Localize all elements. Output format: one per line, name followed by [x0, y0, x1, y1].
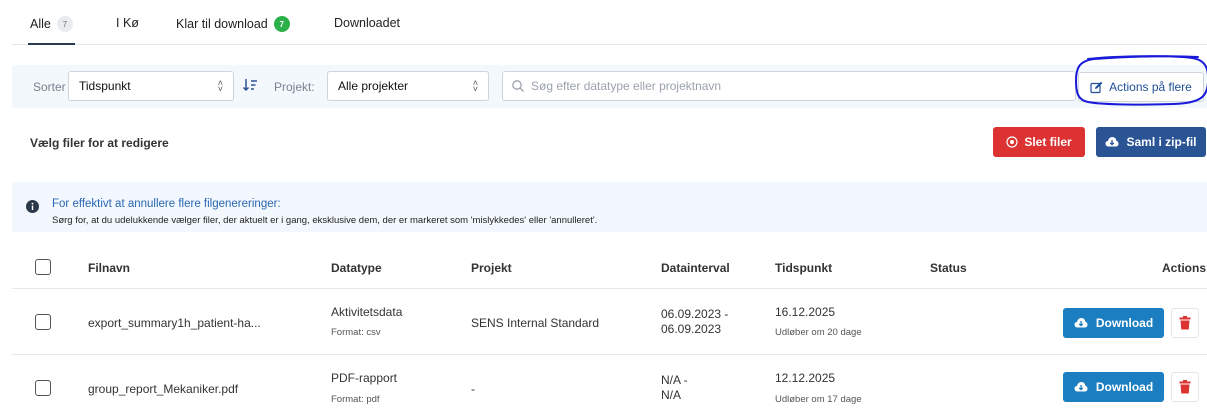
- tab-i-koe[interactable]: I Kø: [116, 16, 139, 30]
- row-format: Format: pdf: [331, 394, 380, 405]
- column-header-actions: Actions: [1162, 261, 1207, 275]
- row-interval-start: N/A -: [661, 373, 688, 387]
- tab-klar-til-download[interactable]: Klar til download 7: [176, 16, 290, 32]
- tab-bar: Alle 7 I Kø Klar til download 7 Download…: [12, 0, 1207, 45]
- project-select-value: Alle projekter: [338, 79, 409, 93]
- tab-label: Alle: [30, 17, 51, 31]
- row-divider: [12, 354, 1207, 355]
- trash-icon: [1179, 316, 1191, 330]
- tab-downloadet[interactable]: Downloadet: [334, 16, 400, 30]
- cloud-download-icon: [1074, 382, 1088, 392]
- delete-row-button[interactable]: [1171, 372, 1199, 402]
- row-format: Format: csv: [331, 327, 381, 338]
- row-checkbox[interactable]: [35, 380, 51, 396]
- row-time: 12.12.2025: [775, 371, 836, 385]
- download-button[interactable]: Download: [1063, 308, 1164, 338]
- download-label: Download: [1095, 316, 1154, 330]
- search-icon: [512, 80, 524, 92]
- column-header-project[interactable]: Projekt: [471, 261, 512, 275]
- column-header-filename[interactable]: Filnavn: [88, 261, 130, 275]
- tab-count-badge: 7: [56, 16, 73, 32]
- tab-count-badge: 7: [273, 16, 290, 32]
- row-filename: group_report_Mekaniker.pdf: [88, 382, 239, 396]
- info-body: Sørg for, at du udelukkende vælger filer…: [52, 215, 598, 226]
- column-header-datatype[interactable]: Datatype: [331, 261, 382, 275]
- row-time: 16.12.2025: [775, 305, 836, 319]
- cloud-download-icon: [1105, 137, 1119, 147]
- zip-files-button[interactable]: Saml i zip-fil: [1096, 127, 1206, 157]
- row-project: -: [471, 382, 475, 396]
- row-divider: [12, 288, 1207, 289]
- sort-direction-icon[interactable]: [242, 77, 258, 93]
- select-arrows-icon: ˄ ˅: [472, 78, 478, 94]
- column-header-time[interactable]: Tidspunkt: [775, 261, 832, 275]
- sort-select-value: Tidspunkt: [79, 79, 131, 93]
- tab-label: I Kø: [116, 16, 139, 30]
- row-interval-end: N/A: [661, 388, 682, 402]
- info-box: For effektivt at annullere flere filgene…: [12, 182, 1207, 232]
- search-input[interactable]: Søg efter datatype eller projektnavn: [502, 71, 1076, 101]
- row-interval-start: 06.09.2023 -: [661, 307, 729, 321]
- row-project: SENS Internal Standard: [471, 316, 600, 330]
- column-header-status[interactable]: Status: [930, 261, 967, 275]
- filter-bar: Sorter Tidspunkt ˄ ˅ Projekt: Alle projek…: [12, 65, 1207, 108]
- edit-icon: [1090, 81, 1103, 93]
- select-files-heading: Vælg filer for at redigere: [30, 136, 169, 150]
- row-expiry: Udløber om 20 dage: [775, 327, 862, 338]
- project-label: Projekt:: [274, 80, 315, 94]
- sort-select[interactable]: Tidspunkt ˄ ˅: [68, 71, 234, 101]
- column-header-interval[interactable]: Datainterval: [661, 261, 730, 275]
- zip-files-label: Saml i zip-fil: [1126, 135, 1197, 149]
- cloud-download-icon: [1074, 318, 1088, 328]
- tab-label: Downloadet: [334, 16, 401, 30]
- info-icon: [26, 200, 39, 213]
- row-datatype: PDF-rapport: [331, 371, 398, 385]
- project-select[interactable]: Alle projekter ˄ ˅: [327, 71, 489, 101]
- delete-files-button[interactable]: Slet filer: [993, 127, 1085, 157]
- delete-files-label: Slet filer: [1024, 135, 1072, 149]
- select-all-checkbox[interactable]: [35, 259, 51, 275]
- info-title: For effektivt at annullere flere filgene…: [52, 198, 281, 210]
- row-datatype: Aktivitetsdata: [331, 305, 403, 319]
- row-checkbox[interactable]: [35, 314, 51, 330]
- target-icon: [1006, 136, 1018, 148]
- actions-multiple-button[interactable]: Actions på flere: [1078, 72, 1204, 102]
- tab-label: Klar til download: [176, 17, 268, 31]
- row-expiry: Udløber om 17 dage: [775, 394, 862, 405]
- trash-icon: [1179, 380, 1191, 394]
- row-filename: export_summary1h_patient-ha...: [88, 316, 261, 330]
- tab-alle[interactable]: Alle 7: [28, 16, 75, 45]
- actions-multiple-label: Actions på flere: [1109, 80, 1192, 94]
- select-arrows-icon: ˄ ˅: [217, 78, 223, 94]
- download-button[interactable]: Download: [1063, 372, 1164, 402]
- download-label: Download: [1095, 380, 1154, 394]
- sort-label: Sorter: [33, 80, 66, 94]
- delete-row-button[interactable]: [1171, 308, 1199, 338]
- row-interval-end: 06.09.2023: [661, 322, 722, 336]
- search-placeholder: Søg efter datatype eller projektnavn: [531, 79, 722, 93]
